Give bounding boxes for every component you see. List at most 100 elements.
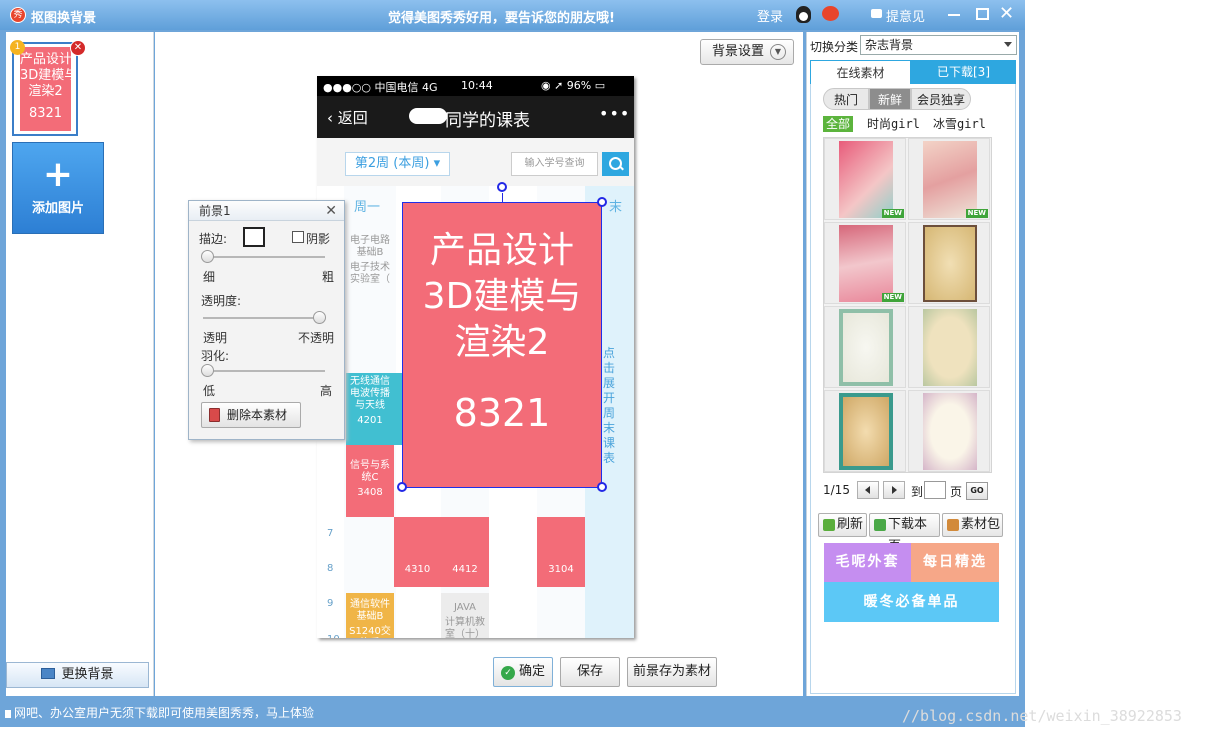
selected-foreground-layer[interactable]: 产品设计 3D建模与 渲染2 8321 [402, 202, 602, 488]
background-settings-label: 背景设置 [712, 44, 765, 59]
qq-icon[interactable] [796, 6, 811, 23]
tag-all[interactable]: 全部 [823, 116, 854, 132]
material-image [839, 141, 893, 218]
cell-line: 4412 [452, 564, 478, 575]
feedback-icon[interactable] [871, 9, 882, 18]
promo-banner-winter[interactable]: 暖冬必备单品 [824, 582, 999, 622]
thumb-line: 8321 [28, 106, 63, 121]
status-text[interactable]: 网吧、办公室用户无须下载即可使用美图秀秀，马上体验 [14, 706, 314, 720]
foreground-thumbnail[interactable]: 产品设计 3D建模与 渲染2 8321 1 ✕ [10, 40, 86, 136]
stroke-color-swatch[interactable] [243, 227, 265, 247]
page-number-input[interactable] [924, 481, 946, 499]
stroke-slider-thumb[interactable] [201, 250, 214, 263]
add-image-button[interactable]: + 添加图片 [12, 142, 104, 234]
resize-handle-top-right[interactable] [597, 197, 607, 207]
resize-handle-bottom-right[interactable] [597, 482, 607, 492]
cell-line: 电子技术 [350, 262, 390, 273]
confirm-button[interactable]: ✓ 确定 [493, 657, 553, 687]
feather-slider-track[interactable] [203, 370, 325, 372]
feather-slider-thumb[interactable] [201, 364, 214, 377]
opacity-slider-thumb[interactable] [313, 311, 326, 324]
foreground-properties-panel: 前景1 ✕ 描边: 阴影 细 粗 透明度: 透明 不透明 羽化: 低 高 删除本… [188, 200, 345, 440]
subtab-hot[interactable]: 热门 [823, 88, 869, 110]
prev-page-button[interactable] [857, 481, 879, 499]
window-title: 抠图换背景 [31, 11, 97, 26]
subtab-fresh[interactable]: 新鲜 [869, 88, 911, 110]
refresh-button[interactable]: 刷新 [818, 513, 867, 537]
material-thumbnail[interactable] [908, 222, 990, 304]
delete-material-button[interactable]: 删除本素材 [201, 402, 301, 428]
goto-label: 到 [911, 485, 924, 499]
tab-online-materials[interactable]: 在线素材 [810, 60, 911, 84]
tab-downloaded[interactable]: 已下载[3] [911, 60, 1016, 84]
change-background-button[interactable]: 更换背景 [6, 662, 149, 688]
weibo-icon[interactable] [822, 6, 839, 21]
chevron-down-icon: ▼ [770, 44, 786, 60]
save-button[interactable]: 保存 [560, 657, 620, 687]
cell-line: 电波传播 [350, 388, 390, 399]
tag-ice-girl[interactable]: 冰雪girl [933, 116, 986, 132]
go-button[interactable]: GO [966, 482, 988, 500]
category-select[interactable]: 杂志背景 [860, 35, 1017, 55]
download-page-button[interactable]: 下载本页 [869, 513, 940, 554]
nav-title-text: 同学的课表 [445, 111, 530, 131]
material-thumbnail[interactable] [908, 390, 990, 472]
tag-fashion-girl[interactable]: 时尚girl [867, 116, 920, 132]
promo-banner-daily[interactable]: 每日精选 [911, 543, 999, 582]
material-pack-button[interactable]: 素材包 [942, 513, 1003, 537]
cell-line: 计算机教 [445, 617, 485, 628]
thumb-line: 渲染2 [28, 84, 63, 99]
panel-header: 前景1 ✕ [189, 201, 344, 221]
material-thumbnail[interactable] [824, 306, 906, 388]
cell-line: 室（十） [445, 629, 485, 638]
row-number: 10 [327, 634, 340, 638]
material-image [839, 309, 893, 386]
status-bar[interactable]: 网吧、办公室用户无须下载即可使用美图秀秀，马上体验 [0, 701, 1025, 726]
background-settings-button[interactable]: 背景设置 ▼ [700, 39, 794, 65]
watermark: //blog.csdn.net/weixin_38922853 [902, 707, 1182, 725]
cell-line: JAVA [453, 602, 477, 613]
time-text: 10:44 [461, 79, 493, 92]
material-thumbnail[interactable] [908, 306, 990, 388]
day-header: 末 [609, 200, 623, 215]
category-value: 杂志背景 [865, 38, 914, 52]
page-label: 页 [950, 485, 963, 499]
promo-banner-coats[interactable]: 毛呢外套 [824, 543, 911, 582]
material-image [923, 141, 977, 218]
feedback-link[interactable]: 提意见 [886, 6, 925, 25]
resize-handle-bottom-left[interactable] [397, 482, 407, 492]
more-icon: ••• [599, 104, 631, 123]
row-number: 8 [327, 563, 334, 574]
next-page-button[interactable] [883, 481, 905, 499]
plus-icon: + [42, 154, 74, 195]
shadow-checkbox[interactable] [292, 231, 304, 243]
course-cell: 通信软件 基础B S1240交 换系 [346, 593, 394, 638]
add-image-label: 添加图片 [31, 201, 84, 216]
material-image [923, 393, 977, 470]
close-icon[interactable]: ✕ [999, 3, 1014, 25]
layer-line: 产品设计 [429, 230, 574, 271]
minimize-icon[interactable] [948, 14, 960, 16]
course-cell: JAVA 计算机教 室（十） [441, 593, 489, 638]
category-label: 切换分类 [810, 40, 859, 54]
opacity-slider-track[interactable] [203, 317, 325, 319]
course-cell-edge [394, 373, 402, 445]
close-panel-icon[interactable]: ✕ [325, 201, 337, 221]
login-link[interactable]: 登录 [757, 6, 783, 25]
stroke-slider-track[interactable] [203, 256, 325, 258]
material-pack-label: 素材包 [961, 517, 1001, 532]
material-thumbnail[interactable] [824, 390, 906, 472]
remove-thumbnail-icon[interactable]: ✕ [70, 40, 86, 56]
course-cell: 信号与系 统C 3408 [346, 445, 394, 517]
thick-label: 粗 [322, 270, 335, 284]
material-thumbnail[interactable]: NEW [824, 138, 906, 220]
carrier-text: ●●●○○ 中国电信 4G [323, 81, 438, 94]
material-image [839, 225, 893, 302]
rotate-handle[interactable] [497, 182, 507, 192]
material-thumbnail[interactable]: NEW [824, 222, 906, 304]
subtab-members[interactable]: 会员独享 [911, 88, 971, 110]
maximize-icon[interactable] [976, 8, 989, 20]
student-id-input: 输入学号查询 [511, 152, 598, 176]
save-foreground-as-material-button[interactable]: 前景存为素材 [627, 657, 717, 687]
material-thumbnail[interactable]: NEW [908, 138, 990, 220]
